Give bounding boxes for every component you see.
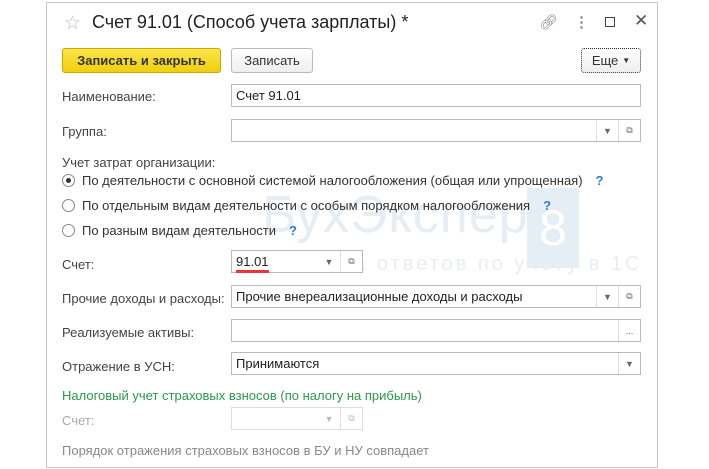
dropdown-icon[interactable]: ▼ xyxy=(618,353,640,374)
more-label: Еще xyxy=(591,53,619,68)
other-input[interactable]: Прочие внереализационные доходы и расход… xyxy=(231,285,641,308)
group-label: Группа: xyxy=(62,124,107,139)
help-icon[interactable]: ? xyxy=(289,223,297,238)
window-title: Счет 91.01 (Способ учета зарплаты) * xyxy=(92,12,409,32)
dropdown-icon[interactable]: ▼ xyxy=(596,286,618,307)
select-button[interactable]: ... xyxy=(618,320,640,341)
other-value: Прочие внереализационные доходы и расход… xyxy=(236,289,523,304)
account-input[interactable]: 91.01 ▼ ⧉ xyxy=(231,250,363,273)
save-button[interactable]: Записать xyxy=(231,48,313,73)
open-icon[interactable]: ⧉ xyxy=(340,408,362,429)
usn-value: Принимаются xyxy=(236,356,320,371)
radio-various-activities[interactable]: По разным видам деятельности? xyxy=(62,223,297,238)
favorite-star-icon[interactable]: ☆ xyxy=(64,12,81,35)
watermark-brand: БухЭксперт xyxy=(262,186,553,244)
other-label: Прочие доходы и расходы: xyxy=(62,291,225,306)
name-value: Счет 91.01 xyxy=(236,88,301,103)
help-icon[interactable]: ? xyxy=(596,173,604,188)
usn-label: Отражение в УСН: xyxy=(62,359,175,374)
tax-account-label: Счет: xyxy=(62,413,95,428)
footer-note: Порядок отражения страховых взносов в БУ… xyxy=(62,443,429,458)
dropdown-icon[interactable]: ▼ xyxy=(318,251,340,272)
dropdown-icon[interactable]: ▼ xyxy=(596,120,618,141)
close-icon[interactable]: ✕ xyxy=(634,11,648,31)
chevron-down-icon: ▼ xyxy=(622,56,631,65)
more-button[interactable]: Еще ▼ xyxy=(581,48,641,73)
account-value: 91.01 xyxy=(236,254,269,273)
radio-special-taxation[interactable]: По отдельным видам деятельности с особым… xyxy=(62,198,551,213)
more-menu-icon[interactable]: ⋮ xyxy=(574,13,589,31)
account-label: Счет: xyxy=(62,257,95,272)
help-icon[interactable]: ? xyxy=(543,198,551,213)
radio-label: По разным видам деятельности xyxy=(82,223,277,238)
radio-circle[interactable] xyxy=(62,199,75,212)
form-window: БухЭксперт 8 База ответов по учёту в 1С … xyxy=(46,2,658,468)
radio-circle[interactable] xyxy=(62,224,75,237)
radio-label: По отдельным видам деятельности с особым… xyxy=(82,198,531,213)
usn-select[interactable]: Принимаются ▼ xyxy=(231,352,641,375)
group-input[interactable]: ▼ ⧉ xyxy=(231,119,641,142)
radio-label: По деятельности с основной системой нало… xyxy=(82,173,583,188)
save-and-close-button[interactable]: Записать и закрыть xyxy=(62,48,221,73)
assets-label: Реализуемые активы: xyxy=(62,325,195,340)
maximize-icon[interactable] xyxy=(605,17,615,27)
assets-input[interactable]: ... xyxy=(231,319,641,342)
tax-section-title: Налоговый учет страховых взносов (по нал… xyxy=(62,388,422,403)
name-input[interactable]: Счет 91.01 xyxy=(231,84,641,107)
dropdown-icon[interactable]: ▼ xyxy=(318,408,340,429)
radio-circle[interactable] xyxy=(62,174,75,187)
link-icon[interactable]: 🔗︎ xyxy=(539,13,558,31)
cost-label: Учет затрат организации: xyxy=(62,155,216,170)
open-icon[interactable]: ⧉ xyxy=(618,286,640,307)
open-icon[interactable]: ⧉ xyxy=(618,120,640,141)
open-icon[interactable]: ⧉ xyxy=(340,251,362,272)
name-label: Наименование: xyxy=(62,89,156,104)
tax-account-input[interactable]: ▼ ⧉ xyxy=(231,407,363,430)
radio-main-taxation[interactable]: По деятельности с основной системой нало… xyxy=(62,173,604,188)
